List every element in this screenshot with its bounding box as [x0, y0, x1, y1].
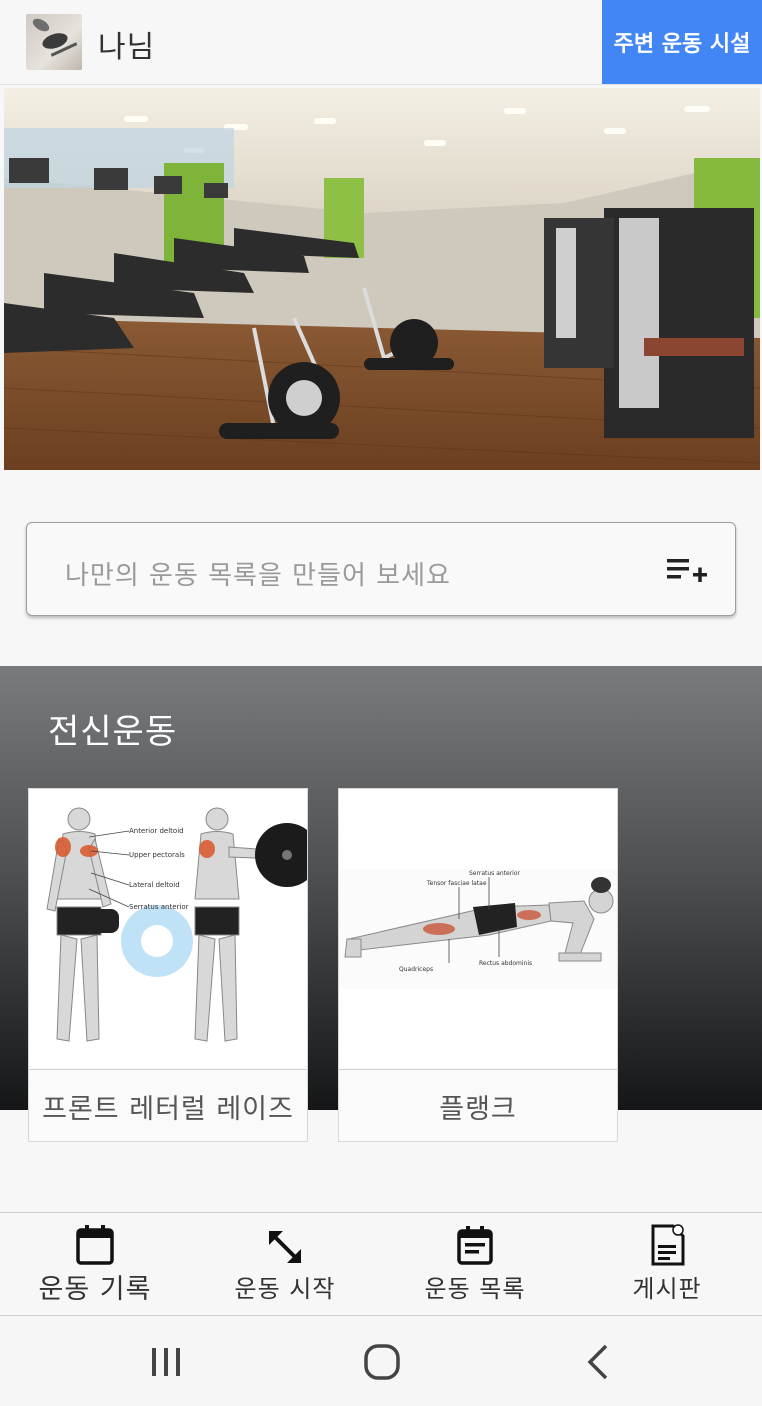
svg-text:Upper pectorals: Upper pectorals — [129, 851, 185, 859]
nav-exercise-list[interactable]: 운동 목록 — [380, 1213, 570, 1315]
exercise-card-label: 프론트 레터럴 레이즈 — [29, 1069, 307, 1142]
exercise-card-plank[interactable]: Serratus anterior Tensor fasciae latae Re… — [338, 788, 618, 1142]
svg-text:Serratus anterior: Serratus anterior — [469, 870, 521, 877]
document-icon — [651, 1224, 685, 1266]
nav-start-exercise[interactable]: 운동 시작 — [190, 1213, 380, 1315]
home-icon[interactable] — [352, 1338, 412, 1386]
nav-board[interactable]: 게시판 — [572, 1213, 762, 1315]
nav-label: 운동 목록 — [424, 1275, 526, 1303]
exercise-card-front-lateral-raise[interactable]: Anterior deltoid Upper pectorals Lateral … — [28, 788, 308, 1142]
hero-gym-image — [4, 88, 760, 470]
front-lateral-raise-illustration: Anterior deltoid Upper pectorals Lateral … — [29, 789, 307, 1067]
nearby-facilities-button[interactable]: 주변 운동 시설 — [602, 0, 762, 84]
system-navigation-bar — [0, 1316, 762, 1406]
svg-text:Lateral deltoid: Lateral deltoid — [129, 881, 180, 889]
username: 나님 — [98, 30, 156, 65]
nav-label: 게시판 — [632, 1275, 702, 1303]
svg-text:Serratus anterior: Serratus anterior — [129, 903, 189, 911]
calendar-icon — [76, 1225, 114, 1265]
bottom-navigation: 운동 기록 운동 시작 운동 목록 게시판 — [0, 1212, 762, 1316]
avatar[interactable] — [26, 14, 82, 70]
nav-label: 운동 기록 — [38, 1274, 152, 1305]
section-title: 전신운동 — [48, 712, 178, 752]
nav-label: 운동 시작 — [234, 1275, 336, 1303]
app-header: 나님 주변 운동 시설 — [0, 0, 762, 85]
event-note-icon — [457, 1226, 493, 1265]
back-icon[interactable] — [568, 1338, 628, 1386]
exercise-card-label: 플랭크 — [339, 1069, 617, 1142]
svg-text:Tensor fasciae latae: Tensor fasciae latae — [426, 880, 487, 887]
svg-text:Quadriceps: Quadriceps — [399, 966, 433, 973]
create-list-placeholder: 나만의 운동 목록을 만들어 보세요 — [65, 561, 451, 591]
svg-text:Anterior deltoid: Anterior deltoid — [129, 827, 184, 835]
recent-apps-icon[interactable] — [136, 1338, 196, 1386]
expand-arrows-icon — [269, 1231, 301, 1263]
plank-illustration: Serratus anterior Tensor fasciae latae Re… — [339, 789, 617, 1067]
create-exercise-list-field[interactable]: 나만의 운동 목록을 만들어 보세요 — [26, 522, 736, 616]
nav-exercise-record[interactable]: 운동 기록 — [0, 1213, 190, 1315]
svg-text:Rectus abdominis: Rectus abdominis — [479, 960, 532, 967]
playlist-add-icon[interactable] — [667, 557, 707, 583]
